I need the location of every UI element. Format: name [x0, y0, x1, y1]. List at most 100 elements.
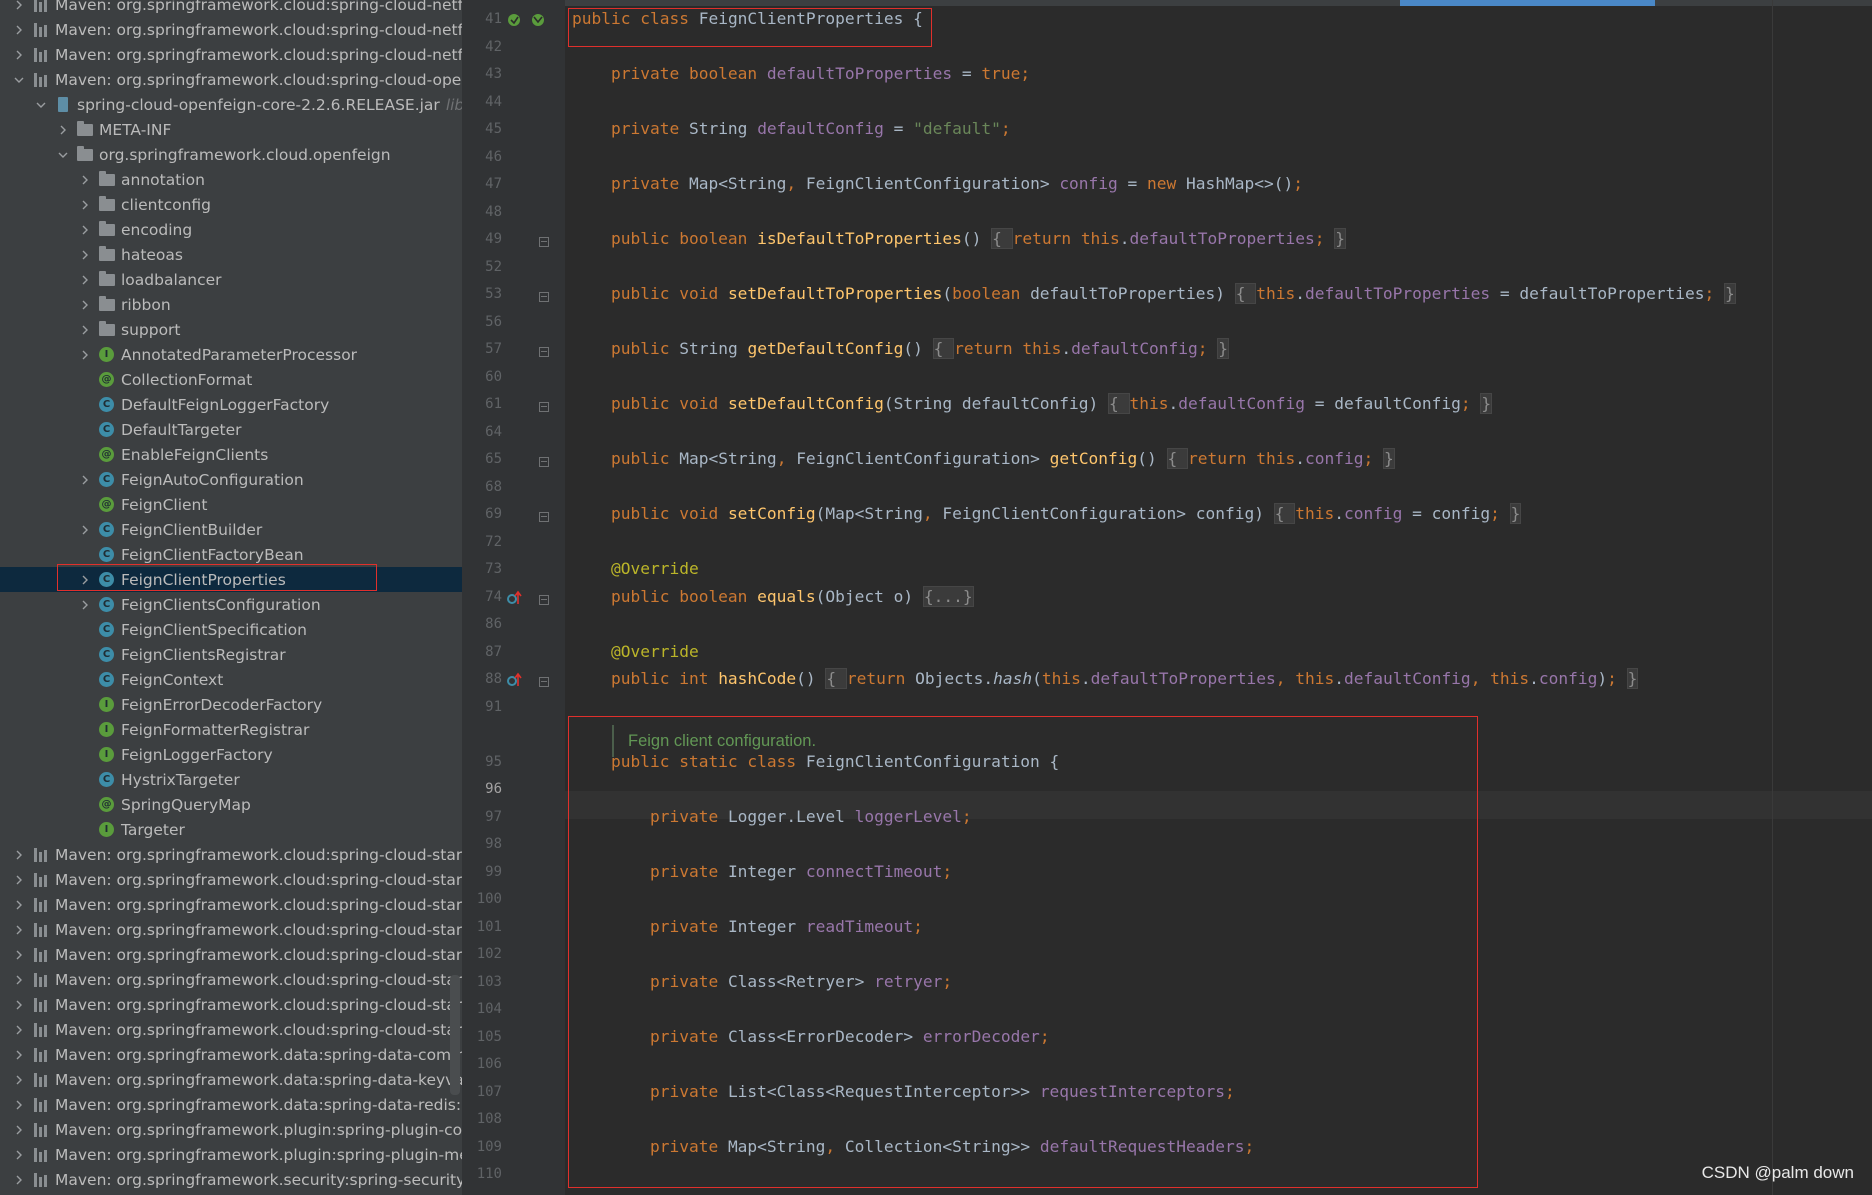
- override-method-icon[interactable]: [506, 672, 522, 688]
- tree-row[interactable]: C FeignAutoConfiguration: [0, 467, 462, 492]
- tree-row[interactable]: C DefaultFeignLoggerFactory: [0, 392, 462, 417]
- tree-row[interactable]: Maven: org.springframework.cloud:spring-…: [0, 1017, 462, 1042]
- implemented-bean-icon[interactable]: [506, 12, 522, 28]
- tree-row[interactable]: Maven: org.springframework.data:spring-d…: [0, 1067, 462, 1092]
- tree-row[interactable]: @ FeignClient: [0, 492, 462, 517]
- chevron-right-icon[interactable]: [12, 1173, 26, 1187]
- chevron-right-icon[interactable]: [12, 1148, 26, 1162]
- chevron-right-icon[interactable]: [12, 998, 26, 1012]
- chevron-right-icon[interactable]: [12, 923, 26, 937]
- chevron-right-icon[interactable]: [78, 523, 92, 537]
- tree-row[interactable]: Maven: org.springframework.plugin:spring…: [0, 1117, 462, 1142]
- fold-marker-icon[interactable]: [539, 402, 549, 412]
- fold-marker-icon[interactable]: [539, 347, 549, 357]
- tree-row[interactable]: Maven: org.springframework.data:spring-d…: [0, 1092, 462, 1117]
- chevron-right-icon[interactable]: [12, 848, 26, 862]
- tree-row[interactable]: annotation: [0, 167, 462, 192]
- chevron-right-icon[interactable]: [78, 173, 92, 187]
- tree-row[interactable]: Maven: org.springframework.cloud:spring-…: [0, 67, 462, 92]
- chevron-down-icon[interactable]: [56, 148, 70, 162]
- chevron-right-icon[interactable]: [12, 1123, 26, 1137]
- chevron-right-icon[interactable]: [12, 1073, 26, 1087]
- chevron-right-icon[interactable]: [78, 473, 92, 487]
- tree-row[interactable]: C FeignClientBuilder: [0, 517, 462, 542]
- chevron-right-icon[interactable]: [12, 23, 26, 37]
- tree-row[interactable]: Maven: org.springframework.plugin:spring…: [0, 1142, 462, 1167]
- chevron-right-icon[interactable]: [78, 598, 92, 612]
- chevron-right-icon[interactable]: [12, 973, 26, 987]
- tree-row[interactable]: Maven: org.springframework.cloud:spring-…: [0, 892, 462, 917]
- tree-row[interactable]: META-INF: [0, 117, 462, 142]
- tree-row-label: Maven: org.springframework.data:spring-d…: [55, 1095, 462, 1114]
- tree-row[interactable]: org.springframework.cloud.openfeign: [0, 142, 462, 167]
- override-method-icon[interactable]: [506, 590, 522, 606]
- tree-row[interactable]: Maven: org.springframework.cloud:spring-…: [0, 42, 462, 67]
- tree-row[interactable]: C FeignClientsRegistrar: [0, 642, 462, 667]
- tree-row[interactable]: I FeignFormatterRegistrar: [0, 717, 462, 742]
- tree-row[interactable]: Maven: org.springframework.cloud:spring-…: [0, 17, 462, 42]
- chevron-right-icon[interactable]: [56, 123, 70, 137]
- chevron-right-icon[interactable]: [12, 1048, 26, 1062]
- chevron-right-icon[interactable]: [78, 223, 92, 237]
- tree-row[interactable]: Maven: org.springframework.cloud:spring-…: [0, 842, 462, 867]
- tree-row[interactable]: support: [0, 317, 462, 342]
- tree-row[interactable]: clientconfig: [0, 192, 462, 217]
- chevron-down-icon[interactable]: [34, 98, 48, 112]
- tree-row[interactable]: Maven: org.springframework.cloud:spring-…: [0, 942, 462, 967]
- fold-marker-icon[interactable]: [539, 292, 549, 302]
- code-editor[interactable]: public class FeignClientProperties { pri…: [462, 0, 1872, 1195]
- tree-row[interactable]: @ EnableFeignClients: [0, 442, 462, 467]
- code-token: this: [1041, 669, 1081, 688]
- chevron-right-icon[interactable]: [12, 1098, 26, 1112]
- tree-row[interactable]: ribbon: [0, 292, 462, 317]
- code-token: isDefaultToProperties: [757, 229, 962, 248]
- chevron-right-icon[interactable]: [78, 273, 92, 287]
- code-line: public boolean isDefaultToProperties() {…: [572, 228, 1346, 249]
- chevron-right-icon[interactable]: [12, 1023, 26, 1037]
- tree-row[interactable]: @ CollectionFormat: [0, 367, 462, 392]
- code-line: public void setConfig(Map<String, FeignC…: [572, 503, 1522, 524]
- fold-marker-icon[interactable]: [539, 677, 549, 687]
- tree-row[interactable]: C FeignClientsConfiguration: [0, 592, 462, 617]
- tree-scrollbar[interactable]: [450, 975, 460, 1095]
- chevron-down-icon[interactable]: [12, 73, 26, 87]
- tree-row[interactable]: I FeignErrorDecoderFactory: [0, 692, 462, 717]
- tree-row[interactable]: Maven: org.springframework.cloud:spring-…: [0, 992, 462, 1017]
- tree-row-suffix: libra: [445, 95, 462, 114]
- tree-row[interactable]: I AnnotatedParameterProcessor: [0, 342, 462, 367]
- chevron-right-icon[interactable]: [78, 248, 92, 262]
- line-number: 95: [485, 753, 502, 770]
- tree-row[interactable]: hateoas: [0, 242, 462, 267]
- tree-row[interactable]: C HystrixTargeter: [0, 767, 462, 792]
- chevron-right-icon[interactable]: [12, 873, 26, 887]
- chevron-right-icon[interactable]: [12, 48, 26, 62]
- tree-row[interactable]: spring-cloud-openfeign-core-2.2.6.RELEAS…: [0, 92, 462, 117]
- chevron-right-icon[interactable]: [78, 198, 92, 212]
- bean-check-icon[interactable]: [530, 12, 546, 28]
- tree-row[interactable]: Maven: org.springframework.cloud:spring-…: [0, 0, 462, 17]
- tree-row[interactable]: Maven: org.springframework.data:spring-d…: [0, 1042, 462, 1067]
- fold-marker-icon[interactable]: [539, 512, 549, 522]
- tree-row[interactable]: Maven: org.springframework.cloud:spring-…: [0, 917, 462, 942]
- tree-row[interactable]: encoding: [0, 217, 462, 242]
- tree-row[interactable]: Maven: org.springframework.security:spri…: [0, 1167, 462, 1192]
- tree-row[interactable]: C FeignClientSpecification: [0, 617, 462, 642]
- tree-row[interactable]: @ SpringQueryMap: [0, 792, 462, 817]
- tree-row[interactable]: C DefaultTargeter: [0, 417, 462, 442]
- tree-row[interactable]: C FeignContext: [0, 667, 462, 692]
- fold-marker-icon[interactable]: [539, 237, 549, 247]
- tree-row[interactable]: Maven: org.springframework.cloud:spring-…: [0, 967, 462, 992]
- tree-row[interactable]: loadbalancer: [0, 267, 462, 292]
- tree-row[interactable]: I FeignLoggerFactory: [0, 742, 462, 767]
- fold-marker-icon[interactable]: [539, 594, 549, 605]
- tree-row[interactable]: I Targeter: [0, 817, 462, 842]
- tree-row[interactable]: Maven: org.springframework.cloud:spring-…: [0, 867, 462, 892]
- chevron-right-icon[interactable]: [78, 323, 92, 337]
- chevron-right-icon[interactable]: [78, 298, 92, 312]
- fold-marker-icon[interactable]: [539, 457, 549, 467]
- chevron-right-icon[interactable]: [12, 948, 26, 962]
- chevron-right-icon[interactable]: [12, 898, 26, 912]
- chevron-right-icon[interactable]: [78, 348, 92, 362]
- chevron-right-icon[interactable]: [12, 0, 26, 12]
